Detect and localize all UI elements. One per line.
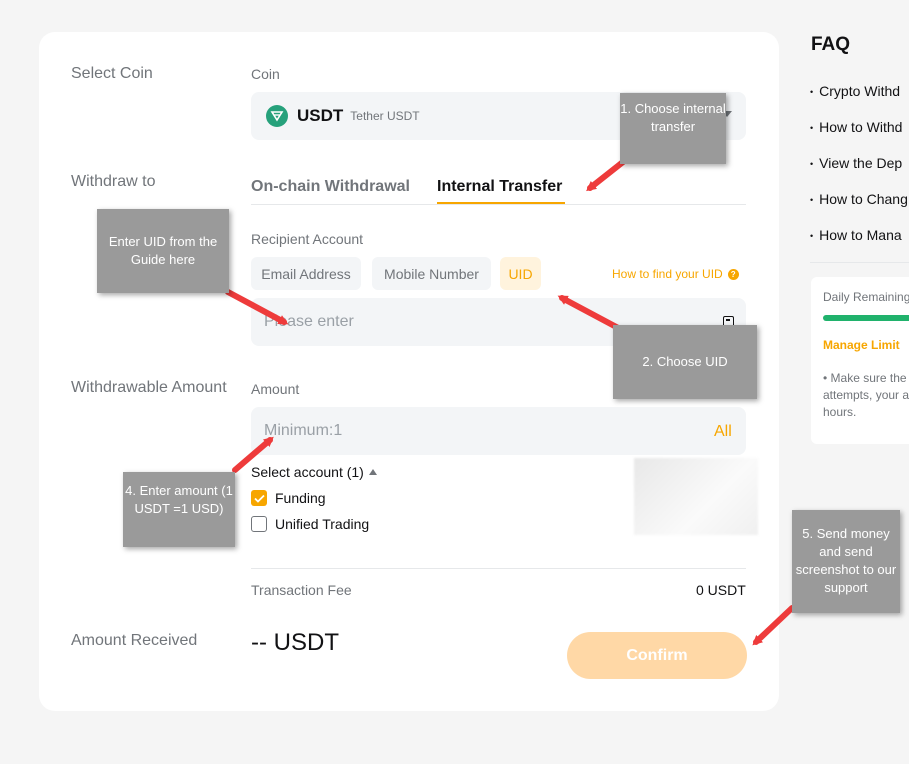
guide-tooltip-enter-uid: Enter UID from the Guide here: [97, 209, 229, 293]
manage-limit-link[interactable]: Manage Limit: [823, 338, 900, 352]
how-to-find-uid-text: How to find your UID: [612, 267, 723, 281]
tabs-divider: [251, 204, 746, 205]
guide-tooltip-internal-transfer: 1. Choose internal transfer: [620, 93, 726, 164]
select-account-toggle[interactable]: Select account (1): [251, 464, 377, 480]
amount-input[interactable]: [251, 407, 746, 455]
tether-icon: [266, 105, 288, 127]
account-option-unified-trading[interactable]: Unified Trading: [251, 516, 369, 532]
checkbox-empty-icon[interactable]: [251, 516, 267, 532]
faq-item[interactable]: Crypto Withd: [810, 83, 900, 99]
amount-label: Amount: [251, 381, 300, 397]
select-account-label: Select account (1): [251, 464, 364, 480]
transaction-fee-label: Transaction Fee: [251, 582, 352, 598]
section-label-withdrawable-amount: Withdrawable Amount: [71, 379, 227, 396]
guide-tooltip-send-money: 5. Send money and send screenshot to our…: [792, 510, 900, 613]
amount-received-value: -- USDT: [251, 629, 339, 656]
account-option-funding[interactable]: Funding: [251, 490, 326, 506]
transaction-fee-value: 0 USDT: [696, 582, 746, 598]
coin-label: Coin: [251, 66, 280, 82]
section-label-amount-received: Amount Received: [71, 632, 198, 649]
coin-name: Tether USDT: [350, 109, 420, 123]
chip-uid[interactable]: UID: [500, 257, 541, 290]
help-icon: ?: [727, 268, 739, 280]
chip-email-address[interactable]: Email Address: [251, 257, 361, 290]
limit-note: • Make sure the attempts, your a hours.: [823, 371, 909, 419]
chevron-up-icon: [368, 469, 377, 475]
tab-internal-transfer[interactable]: Internal Transfer: [437, 178, 562, 196]
section-label-withdraw-to: Withdraw to: [71, 173, 156, 190]
faq-item[interactable]: View the Dep: [810, 155, 902, 171]
recipient-account-label: Recipient Account: [251, 231, 364, 247]
active-tab-indicator: [437, 202, 565, 204]
all-button[interactable]: All: [714, 423, 732, 441]
guide-tooltip-choose-uid: 2. Choose UID: [613, 325, 757, 399]
chip-mobile-number[interactable]: Mobile Number: [372, 257, 491, 290]
blurred-region: [634, 458, 758, 535]
faq-title: FAQ: [811, 34, 851, 55]
daily-limit-progress-bar: [823, 315, 909, 321]
faq-divider: [810, 262, 909, 263]
checkbox-checked-icon[interactable]: [251, 490, 267, 506]
section-label-select-coin: Select Coin: [71, 65, 153, 82]
daily-remaining-label: Daily Remaining: [823, 290, 909, 304]
faq-item[interactable]: How to Mana: [810, 227, 901, 243]
confirm-button[interactable]: Confirm: [567, 632, 747, 679]
daily-limit-panel: Daily Remaining Manage Limit • Make sure…: [811, 277, 909, 444]
how-to-find-uid-link[interactable]: How to find your UID ?: [612, 267, 739, 281]
account-option-label: Funding: [275, 490, 326, 506]
account-option-label: Unified Trading: [275, 516, 370, 532]
coin-symbol: USDT: [297, 106, 344, 125]
fee-divider: [251, 568, 746, 569]
faq-item[interactable]: How to Chang: [810, 191, 908, 207]
faq-item[interactable]: How to Withd: [810, 119, 902, 135]
page: Select Coin Withdraw to Withdrawable Amo…: [0, 0, 909, 764]
guide-tooltip-enter-amount: 4. Enter amount (1 USDT =1 USD): [123, 472, 235, 547]
tab-onchain-withdrawal[interactable]: On-chain Withdrawal: [251, 178, 410, 196]
